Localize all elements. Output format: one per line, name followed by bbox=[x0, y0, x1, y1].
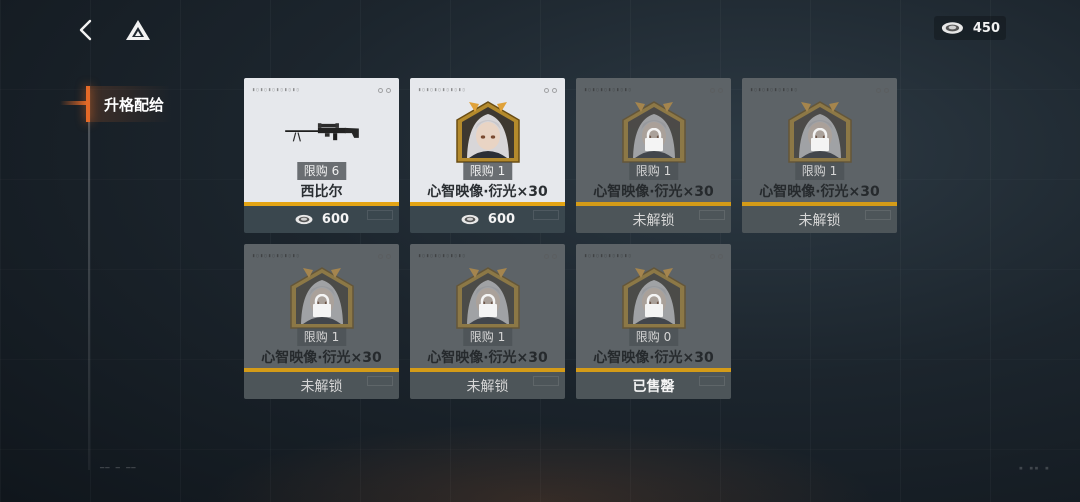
card-decoration: ▮▯▮▯▮▯▮▯▮▯▮▯ bbox=[750, 84, 889, 96]
footer-decoration bbox=[533, 376, 559, 386]
card-footer: 未解锁 bbox=[576, 206, 731, 233]
chip-coin-icon bbox=[295, 214, 313, 225]
lock-icon bbox=[478, 294, 497, 317]
sidebar-tab-label: 升格配给 bbox=[104, 95, 165, 114]
purchase-limit-badge: 限购 1 bbox=[628, 162, 679, 180]
shop-item-card-2[interactable]: ▮▯▮▯▮▯▮▯▮▯▮▯ 限购 1 心智映像·衍光×30 600 bbox=[410, 78, 565, 233]
card-decoration: ▮▯▮▯▮▯▮▯▮▯▮▯ bbox=[584, 84, 723, 96]
card-footer: 600 bbox=[244, 206, 399, 233]
shop-item-card-3[interactable]: ▮▯▮▯▮▯▮▯▮▯▮▯ 限购 1 心智映像·衍光×30 未解锁 bbox=[576, 78, 731, 233]
active-tab-marker bbox=[86, 86, 90, 122]
card-footer: 已售罄 bbox=[576, 372, 731, 399]
purchase-limit-badge: 限购 6 bbox=[296, 162, 347, 180]
item-name: 心智映像·衍光×30 bbox=[427, 350, 548, 366]
shop-item-card-6[interactable]: ▮▯▮▯▮▯▮▯▮▯▮▯ 限购 1 心智映像·衍光×30 未解锁 bbox=[410, 244, 565, 399]
item-name: 心智映像·衍光×30 bbox=[593, 350, 714, 366]
card-body: ▮▯▮▯▮▯▮▯▮▯▮▯ 限购 0 心智映像·衍光×30 bbox=[576, 244, 731, 368]
footer-decoration bbox=[367, 376, 393, 386]
footer-decoration bbox=[699, 210, 725, 220]
chip-coin-icon bbox=[461, 214, 479, 225]
card-footer: 未解锁 bbox=[410, 372, 565, 399]
chevron-left-icon bbox=[79, 19, 92, 41]
purchase-limit-badge: 限购 1 bbox=[462, 328, 513, 346]
home-button[interactable] bbox=[122, 14, 154, 46]
item-name: 心智映像·衍光×30 bbox=[759, 184, 880, 200]
footer-decoration bbox=[699, 376, 725, 386]
currency-display: 450 bbox=[934, 16, 1006, 40]
card-decoration: ▮▯▮▯▮▯▮▯▮▯▮▯ bbox=[252, 250, 391, 262]
item-name: 心智映像·衍光×30 bbox=[427, 184, 548, 200]
purchase-limit-badge: 限购 1 bbox=[794, 162, 845, 180]
back-button[interactable] bbox=[70, 14, 102, 46]
locked-status: 未解锁 bbox=[300, 378, 343, 395]
item-price: 600 bbox=[321, 212, 350, 227]
card-body: ▮▯▮▯▮▯▮▯▮▯▮▯ 限购 1 心智映像·衍光×30 bbox=[410, 78, 565, 202]
card-decoration: ▮▯▮▯▮▯▮▯▮▯▮▯ bbox=[252, 84, 391, 96]
decor-text: ━━ ━ ━━ bbox=[100, 464, 137, 472]
character-portrait-icon bbox=[455, 101, 520, 163]
triangle-logo-icon bbox=[126, 20, 150, 40]
footer-decoration bbox=[865, 210, 891, 220]
lock-icon bbox=[810, 128, 829, 151]
shop-item-card-1[interactable]: ▮▯▮▯▮▯▮▯▮▯▮▯ 限购 6 西比尔 600 bbox=[244, 78, 399, 233]
locked-status: 未解锁 bbox=[632, 212, 675, 229]
purchase-limit-badge: 限购 1 bbox=[462, 162, 513, 180]
footer-decoration bbox=[533, 210, 559, 220]
decor-text: ▪ ▪▪ ▪ bbox=[1018, 464, 1050, 472]
footer-decoration bbox=[367, 210, 393, 220]
item-art bbox=[450, 100, 526, 164]
card-decoration: ▮▯▮▯▮▯▮▯▮▯▮▯ bbox=[418, 250, 557, 262]
sidebar-rail bbox=[88, 90, 90, 470]
lock-icon bbox=[644, 128, 663, 151]
card-body: ▮▯▮▯▮▯▮▯▮▯▮▯ 限购 1 心智映像·衍光×30 bbox=[742, 78, 897, 202]
shop-item-card-5[interactable]: ▮▯▮▯▮▯▮▯▮▯▮▯ 限购 1 心智映像·衍光×30 未解锁 bbox=[244, 244, 399, 399]
shop-grid: ▮▯▮▯▮▯▮▯▮▯▮▯ 限购 6 西比尔 600 ▮▯▮▯▮▯▮▯▮▯▮▯ 限… bbox=[244, 78, 904, 399]
item-name: 西比尔 bbox=[300, 184, 343, 200]
card-footer: 未解锁 bbox=[742, 206, 897, 233]
card-body: ▮▯▮▯▮▯▮▯▮▯▮▯ 限购 6 西比尔 bbox=[244, 78, 399, 202]
item-price: 600 bbox=[487, 212, 516, 227]
sidebar-tab-upgrade-supply[interactable]: 升格配给 bbox=[60, 86, 172, 122]
card-footer: 未解锁 bbox=[244, 372, 399, 399]
sniper-rifle-icon bbox=[284, 123, 359, 142]
shop-item-card-4[interactable]: ▮▯▮▯▮▯▮▯▮▯▮▯ 限购 1 心智映像·衍光×30 未解锁 bbox=[742, 78, 897, 233]
sold-out-status: 已售罄 bbox=[632, 378, 675, 395]
locked-status: 未解锁 bbox=[798, 212, 841, 229]
card-body: ▮▯▮▯▮▯▮▯▮▯▮▯ 限购 1 心智映像·衍光×30 bbox=[410, 244, 565, 368]
item-name: 心智映像·衍光×30 bbox=[593, 184, 714, 200]
card-body: ▮▯▮▯▮▯▮▯▮▯▮▯ 限购 1 心智映像·衍光×30 bbox=[244, 244, 399, 368]
card-decoration: ▮▯▮▯▮▯▮▯▮▯▮▯ bbox=[584, 250, 723, 262]
shop-item-card-7[interactable]: ▮▯▮▯▮▯▮▯▮▯▮▯ 限购 0 心智映像·衍光×30 已售罄 bbox=[576, 244, 731, 399]
lock-icon bbox=[644, 294, 663, 317]
item-art bbox=[284, 100, 360, 164]
currency-value: 450 bbox=[972, 20, 1000, 36]
lock-icon bbox=[312, 294, 331, 317]
card-decoration: ▮▯▮▯▮▯▮▯▮▯▮▯ bbox=[418, 84, 557, 96]
background-glow bbox=[200, 422, 880, 502]
tab-glow bbox=[60, 101, 88, 105]
locked-status: 未解锁 bbox=[466, 378, 509, 395]
item-name: 心智映像·衍光×30 bbox=[261, 350, 382, 366]
chip-coin-icon bbox=[941, 22, 963, 34]
top-bar: 450 bbox=[0, 0, 1080, 60]
purchase-limit-badge: 限购 0 bbox=[628, 328, 679, 346]
purchase-limit-badge: 限购 1 bbox=[296, 328, 347, 346]
card-footer: 600 bbox=[410, 206, 565, 233]
card-body: ▮▯▮▯▮▯▮▯▮▯▮▯ 限购 1 心智映像·衍光×30 bbox=[576, 78, 731, 202]
